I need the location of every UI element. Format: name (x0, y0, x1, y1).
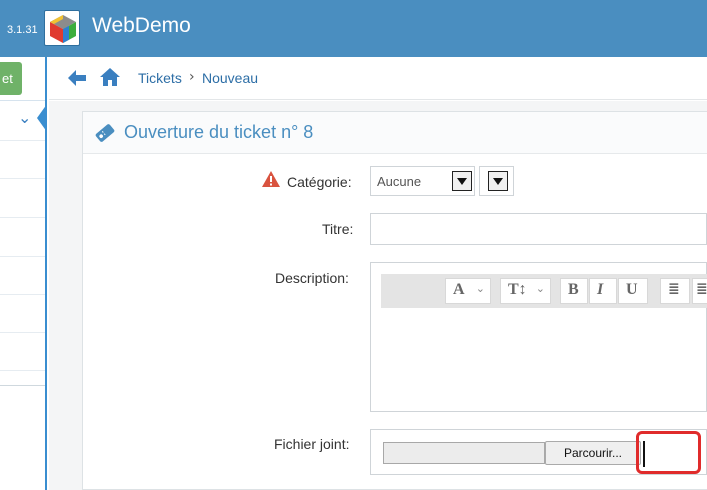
sidebar-bottom-divider (0, 385, 45, 386)
font-button[interactable]: A ⌄ (445, 278, 491, 304)
app-title: WebDemo (92, 14, 191, 37)
list-icon: ≣ (668, 281, 680, 297)
bold-icon: B (568, 281, 579, 298)
breadcrumb-separator: › (189, 69, 195, 85)
attachment-label: Fichier joint: (274, 436, 350, 452)
description-editor[interactable]: A ⌄ T↕ ⌄ B I U ≣ ≣ (370, 262, 707, 412)
category-select[interactable]: Aucune (370, 166, 475, 196)
font-size-button[interactable]: T↕ ⌄ (500, 278, 551, 304)
sidebar-row-divider (0, 178, 45, 179)
back-arrow-icon[interactable] (67, 68, 87, 92)
sidebar-row-divider (0, 140, 45, 141)
home-icon[interactable] (99, 67, 121, 91)
category-label: Catégorie: (287, 174, 352, 190)
sidebar-row-divider (0, 217, 45, 218)
sidebar-new-ticket-button[interactable]: et (0, 62, 22, 95)
dropdown-arrow-icon[interactable] (488, 171, 508, 191)
underline-icon: U (626, 281, 638, 298)
chevron-down-icon: ⌄ (18, 108, 32, 127)
title-label: Titre: (322, 221, 354, 237)
sidebar-row-divider (0, 332, 45, 333)
editor-toolbar: A ⌄ T↕ ⌄ B I U ≣ ≣ (381, 274, 707, 308)
category-value: Aucune (377, 174, 422, 189)
list-icon: ≣ (696, 281, 707, 297)
panel-header: Ouverture du ticket n° 8 (83, 112, 707, 154)
numbered-list-button[interactable]: ≣ (692, 278, 707, 304)
bullet-list-button[interactable]: ≣ (660, 278, 690, 304)
breadcrumb: Tickets › Nouveau (49, 57, 707, 100)
sidebar-active-pointer (37, 104, 47, 132)
version-label: 3.1.31 (7, 24, 38, 36)
top-bar: 3.1.31 WebDemo (0, 0, 707, 57)
chevron-down-icon: ⌄ (475, 282, 485, 295)
description-label: Description: (275, 270, 349, 286)
title-input[interactable] (370, 213, 707, 245)
breadcrumb-new-link[interactable]: Nouveau (202, 70, 258, 86)
sidebar-row-divider (0, 370, 45, 371)
app-logo[interactable] (44, 10, 80, 46)
file-path-input[interactable] (383, 442, 545, 464)
font-icon: A (453, 281, 465, 298)
warning-icon (261, 170, 281, 192)
italic-icon: I (597, 281, 604, 298)
sidebar-row-divider (0, 294, 45, 295)
subcategory-select[interactable] (479, 166, 514, 196)
browse-button[interactable]: Parcourir... (545, 441, 641, 465)
dropdown-arrow-icon[interactable] (452, 171, 472, 191)
ticket-icon (94, 123, 116, 147)
underline-button[interactable]: U (618, 278, 648, 304)
italic-button[interactable]: I (589, 278, 617, 304)
cube-icon (50, 15, 76, 43)
chevron-down-icon: ⌄ (535, 282, 545, 295)
sidebar-divider (0, 100, 45, 101)
sidebar-row-divider (0, 256, 45, 257)
highlight-box (636, 431, 701, 474)
panel-title: Ouverture du ticket n° 8 (124, 122, 314, 142)
breadcrumb-tickets-link[interactable]: Tickets (138, 70, 182, 86)
bold-button[interactable]: B (560, 278, 588, 304)
font-size-icon: T↕ (508, 281, 527, 298)
